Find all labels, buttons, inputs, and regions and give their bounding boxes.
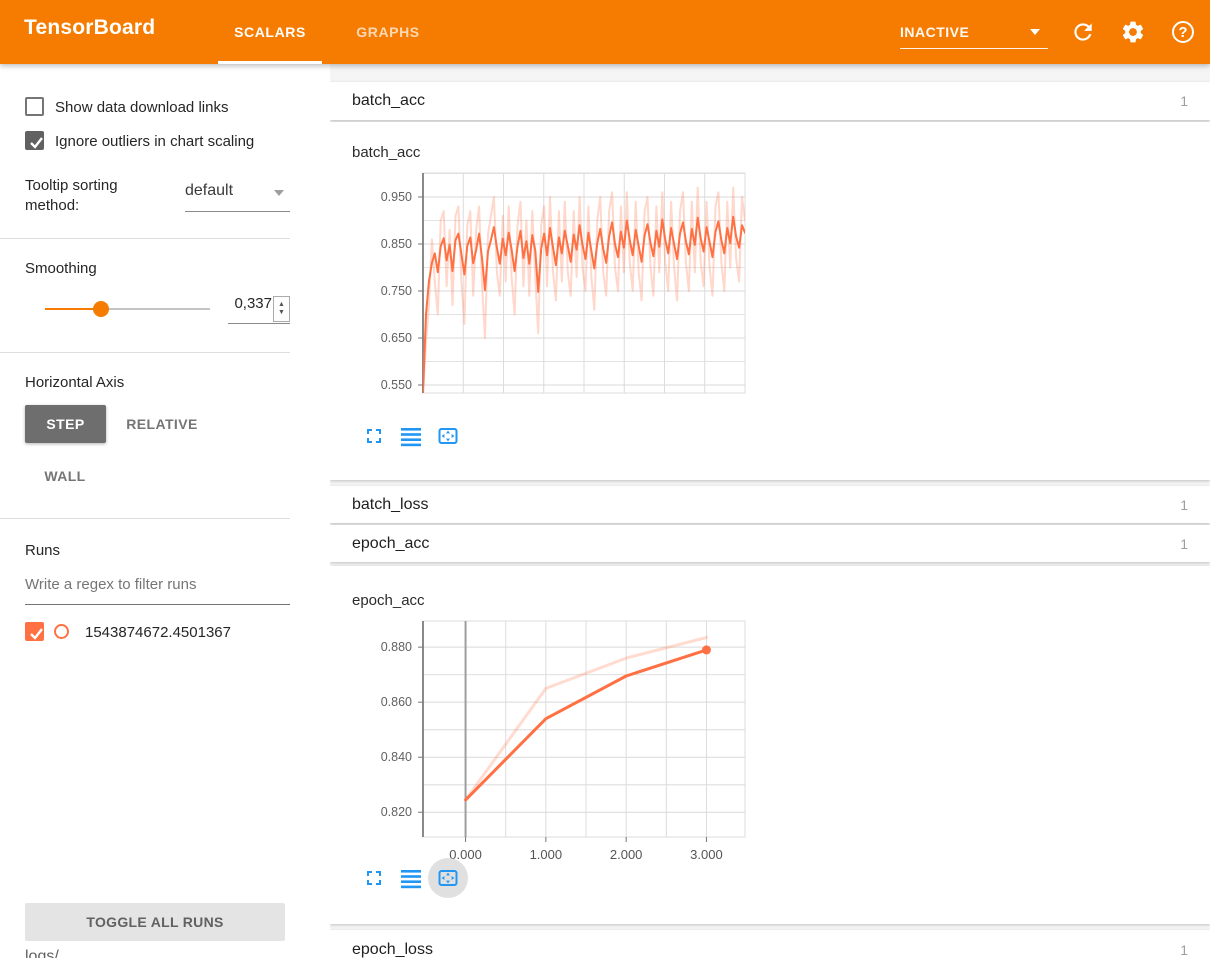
app-header: TensorBoard SCALARS GRAPHS INACTIVE ? [0, 0, 1210, 64]
toggle-all-runs-button[interactable]: TOGGLE ALL RUNS [25, 903, 285, 941]
run-checkbox[interactable] [25, 622, 44, 641]
svg-text:0.550: 0.550 [381, 378, 412, 392]
smoothing-stepper[interactable]: ▲ ▼ [273, 296, 290, 322]
chevron-down-icon [274, 190, 284, 196]
axis-option-wall[interactable]: WALL [33, 457, 97, 495]
horizontal-lines-icon[interactable] [399, 424, 423, 448]
show-data-download-links-checkbox[interactable] [25, 97, 44, 116]
tab-bar: SCALARS GRAPHS [218, 0, 440, 64]
svg-text:0.880: 0.880 [381, 640, 412, 654]
runs-label: Runs [25, 542, 60, 559]
stepper-up-icon[interactable]: ▲ [278, 301, 285, 309]
settings-gear-icon[interactable] [1120, 19, 1146, 45]
divider [0, 518, 290, 519]
svg-text:2.000: 2.000 [610, 847, 643, 862]
section-title: epoch_acc [352, 525, 429, 562]
section-title: batch_acc [352, 82, 425, 120]
check-icon [26, 132, 47, 153]
dropdown-underline [185, 211, 290, 212]
tooltip-sorting-label: Tooltip sorting method: [25, 176, 165, 216]
help-icon[interactable]: ? [1170, 19, 1196, 45]
axis-option-step[interactable]: STEP [25, 405, 106, 443]
epoch-acc-chart: 0.8800.8600.8400.8200.0001.0002.0003.000 [330, 611, 770, 869]
run-isolate-radio[interactable] [54, 624, 69, 639]
section-title: epoch_loss [352, 930, 433, 958]
chevron-down-icon [1030, 29, 1040, 35]
section-header-epoch-loss[interactable]: epoch_loss 1 [330, 930, 1210, 958]
svg-text:0.840: 0.840 [381, 750, 412, 764]
svg-text:3.000: 3.000 [690, 847, 723, 862]
ignore-outliers-label: Ignore outliers in chart scaling [55, 133, 292, 150]
section-count-badge: 1 [1180, 525, 1188, 562]
batch-acc-chart-card: batch_acc 0.950 0.850 0.750 0.650 0.550 [330, 122, 1210, 480]
batch-acc-chart: 0.950 0.850 0.750 0.650 0.550 [330, 162, 770, 414]
logs-path-label: logs/ [25, 948, 59, 958]
smoothing-slider[interactable] [45, 308, 210, 310]
ignore-outliers-checkbox[interactable] [25, 131, 44, 150]
section-count-badge: 1 [1180, 82, 1188, 120]
tooltip-sorting-value: default [185, 182, 233, 199]
divider [0, 352, 290, 353]
slider-thumb[interactable] [93, 301, 109, 317]
show-data-download-links-label: Show data download links [55, 99, 292, 116]
tooltip-sorting-dropdown[interactable]: default [185, 182, 290, 212]
app-title: TensorBoard [24, 16, 155, 40]
input-underline [228, 323, 290, 324]
stepper-down-icon[interactable]: ▼ [278, 309, 285, 317]
horizontal-lines-icon[interactable] [399, 866, 423, 890]
section-header-batch-acc[interactable]: batch_acc 1 [330, 82, 1210, 120]
status-dropdown-value: INACTIVE [900, 24, 969, 40]
section-count-badge: 1 [1180, 486, 1188, 523]
horizontal-axis-label: Horizontal Axis [25, 374, 124, 391]
fullscreen-icon[interactable] [362, 866, 386, 890]
refresh-icon[interactable] [1070, 19, 1096, 45]
section-count-badge: 1 [1180, 930, 1188, 958]
fit-domain-icon[interactable] [436, 424, 460, 448]
runs-filter-input[interactable] [25, 576, 290, 593]
section-title: batch_loss [352, 486, 429, 523]
svg-text:0.950: 0.950 [381, 190, 412, 204]
svg-text:0.650: 0.650 [381, 331, 412, 345]
svg-text:0.850: 0.850 [381, 237, 412, 251]
run-name: 1543874672.4501367 [85, 624, 231, 641]
axis-option-relative[interactable]: RELATIVE [112, 405, 212, 443]
svg-text:0.750: 0.750 [381, 284, 412, 298]
sidebar: Show data download links Ignore outliers… [0, 64, 330, 958]
svg-text:1.000: 1.000 [530, 847, 563, 862]
tab-scalars[interactable]: SCALARS [218, 0, 322, 64]
svg-text:0.860: 0.860 [381, 695, 412, 709]
section-header-batch-loss[interactable]: batch_loss 1 [330, 486, 1210, 523]
divider [0, 238, 290, 239]
smoothing-value-input[interactable] [228, 295, 272, 312]
chart-title: epoch_acc [352, 592, 425, 609]
smoothing-label: Smoothing [25, 260, 97, 277]
epoch-acc-chart-card: epoch_acc 0.8800.8600.8400.8200.0001.000… [330, 566, 1210, 924]
svg-text:0.820: 0.820 [381, 805, 412, 819]
chart-title: batch_acc [352, 144, 420, 161]
icon-ripple [428, 858, 468, 898]
input-underline [25, 604, 290, 605]
tab-graphs[interactable]: GRAPHS [336, 0, 440, 64]
status-dropdown[interactable]: INACTIVE [900, 15, 1048, 49]
check-icon [26, 623, 47, 644]
fit-domain-icon[interactable] [436, 866, 460, 890]
section-header-epoch-acc[interactable]: epoch_acc 1 [330, 525, 1210, 562]
fullscreen-icon[interactable] [362, 424, 386, 448]
